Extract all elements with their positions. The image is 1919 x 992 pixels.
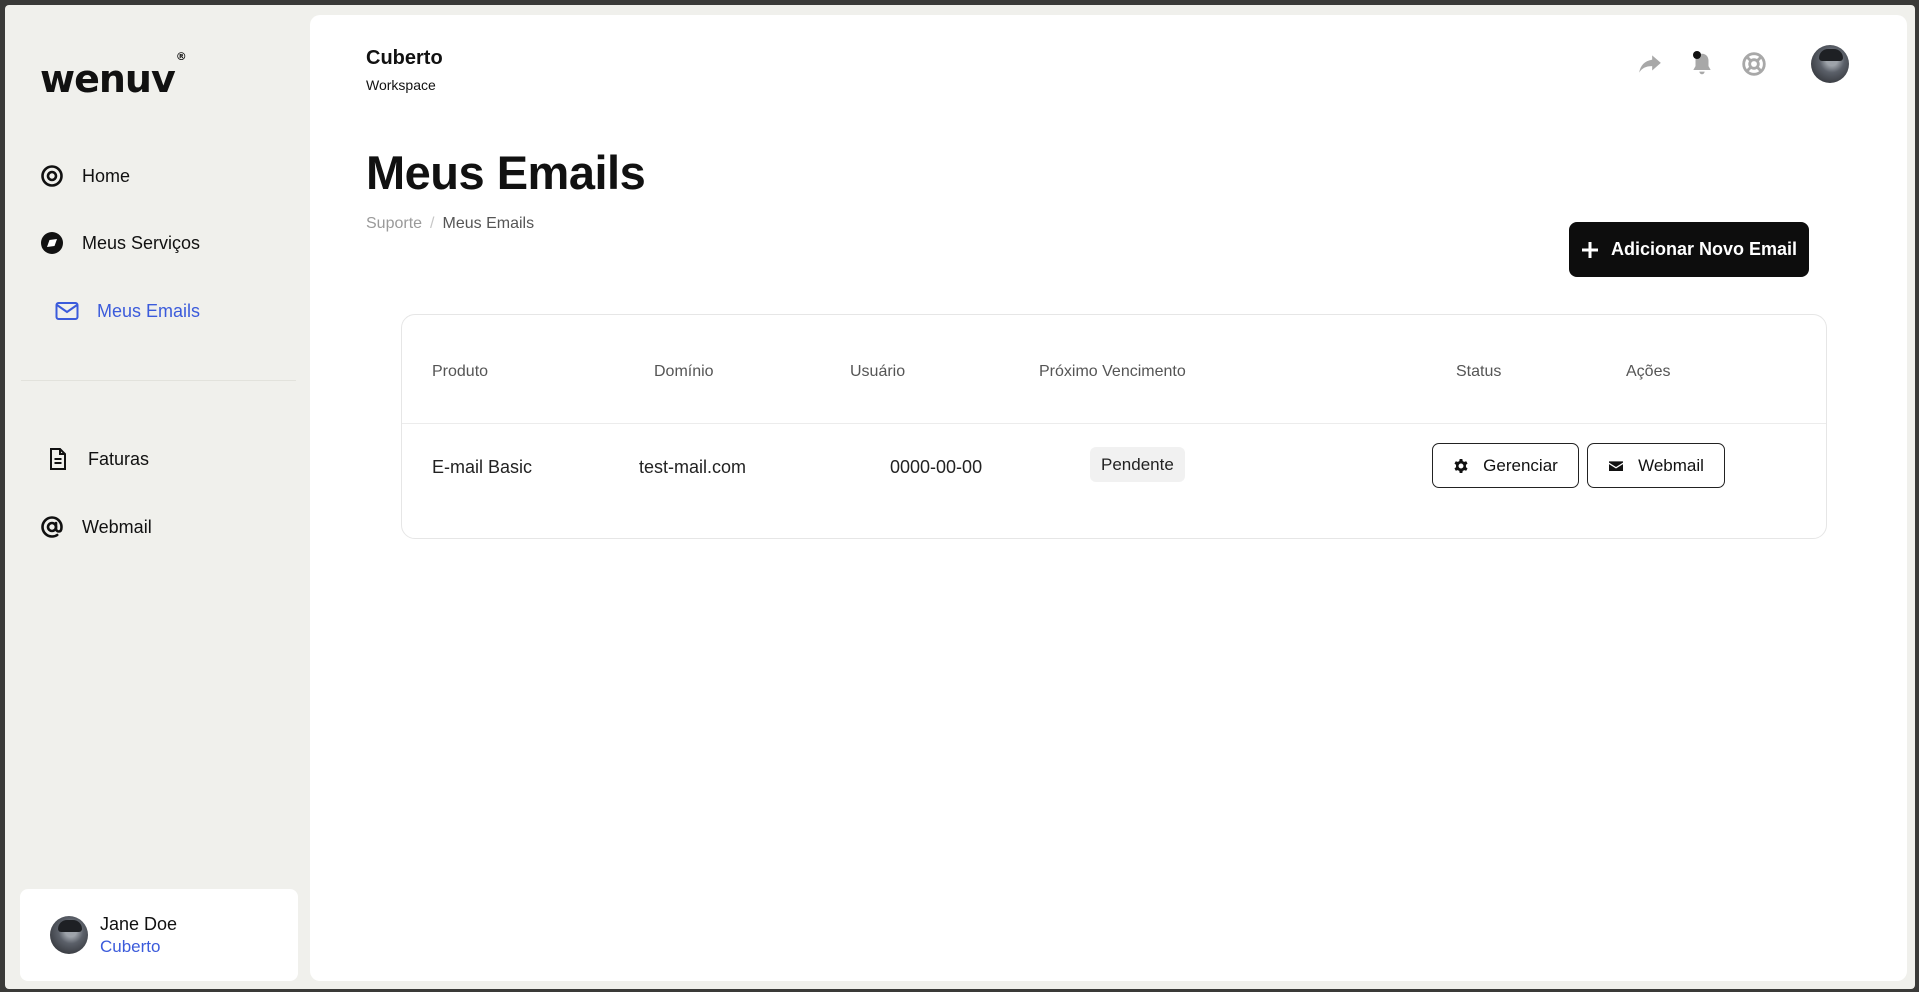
column-header-usuario: Usuário — [850, 363, 906, 380]
webmail-label: Webmail — [1638, 455, 1704, 475]
webmail-button[interactable]: Webmail — [1587, 443, 1725, 488]
logo-registered-mark: ® — [175, 50, 187, 64]
emails-table: Produto Domínio Usuário Próximo Vencimen… — [401, 314, 1827, 539]
cell-user: 0000-00-00 — [890, 457, 983, 477]
sidebar-item-meus-servicos[interactable]: Meus Serviços — [40, 231, 200, 255]
breadcrumb-item-suporte[interactable]: Suporte — [366, 215, 422, 233]
sidebar: wenuv® Home Meus Serviços Meus Emails Fa… — [5, 5, 310, 989]
at-icon — [41, 516, 63, 538]
column-header-produto: Produto — [432, 363, 489, 380]
profile-avatar[interactable] — [1811, 45, 1849, 83]
column-header-acoes: Ações — [1626, 363, 1671, 380]
column-header-dominio: Domínio — [654, 363, 714, 380]
manage-label: Gerenciar — [1483, 455, 1558, 475]
user-organization[interactable]: Cuberto — [100, 937, 177, 957]
add-new-email-label: Adicionar Novo Email — [1610, 239, 1798, 259]
sidebar-item-label: Home — [82, 165, 131, 186]
top-toolbar — [1635, 45, 1849, 83]
gear-icon — [1454, 458, 1468, 473]
help-button[interactable] — [1739, 49, 1769, 79]
add-new-email-button[interactable]: Adicionar Novo Email — [1569, 222, 1809, 277]
sidebar-item-faturas[interactable]: Faturas — [46, 447, 149, 471]
sidebar-item-label: Webmail — [82, 516, 152, 537]
target-icon — [41, 165, 63, 187]
app-window: wenuv® Home Meus Serviços Meus Emails Fa… — [5, 5, 1915, 989]
sidebar-item-label: Faturas — [88, 448, 150, 469]
status-badge: Pendente — [1090, 447, 1185, 482]
plus-icon — [1581, 241, 1598, 258]
user-info: Jane Doe Cuberto — [100, 914, 177, 957]
breadcrumb-item-current: Meus Emails — [442, 215, 535, 232]
breadcrumb-separator: / — [430, 215, 435, 232]
notification-dot — [1693, 51, 1701, 59]
workspace-label: Workspace — [366, 77, 436, 93]
share-arrow-icon — [1639, 55, 1661, 73]
workspace-name: Cuberto — [366, 47, 443, 69]
column-header-proximo-vencimento: Próximo Vencimento — [1039, 363, 1186, 380]
cell-product: E-mail Basic — [432, 457, 533, 477]
logo-text: wenuv — [40, 57, 176, 101]
cell-domain: test-mail.com — [639, 457, 747, 477]
column-header-status: Status — [1456, 363, 1502, 380]
page-title: Meus Emails — [366, 146, 646, 199]
lifebuoy-icon — [1742, 52, 1766, 76]
envelope-icon — [1609, 460, 1624, 471]
sidebar-item-label: Meus Emails — [97, 300, 201, 321]
document-icon — [50, 448, 66, 470]
share-button[interactable] — [1635, 49, 1665, 79]
sidebar-item-webmail[interactable]: Webmail — [40, 515, 152, 539]
sidebar-divider — [21, 380, 296, 381]
user-card[interactable]: Jane Doe Cuberto — [20, 889, 298, 981]
user-avatar — [50, 916, 88, 954]
mail-icon — [55, 302, 79, 320]
main-content: Cuberto Workspace Meus Emails Suporte / … — [310, 15, 1907, 981]
sidebar-item-meus-emails[interactable]: Meus Emails — [55, 299, 200, 323]
table-divider — [402, 423, 1826, 424]
manage-button[interactable]: Gerenciar — [1432, 443, 1579, 488]
user-name: Jane Doe — [100, 913, 178, 934]
breadcrumb: Suporte / Meus Emails — [366, 215, 534, 233]
sidebar-item-home[interactable]: Home — [40, 164, 130, 188]
compass-icon — [41, 232, 63, 254]
brand-logo[interactable]: wenuv® — [40, 50, 187, 101]
notifications-button[interactable] — [1687, 49, 1717, 79]
sidebar-item-label: Meus Serviços — [82, 232, 201, 253]
